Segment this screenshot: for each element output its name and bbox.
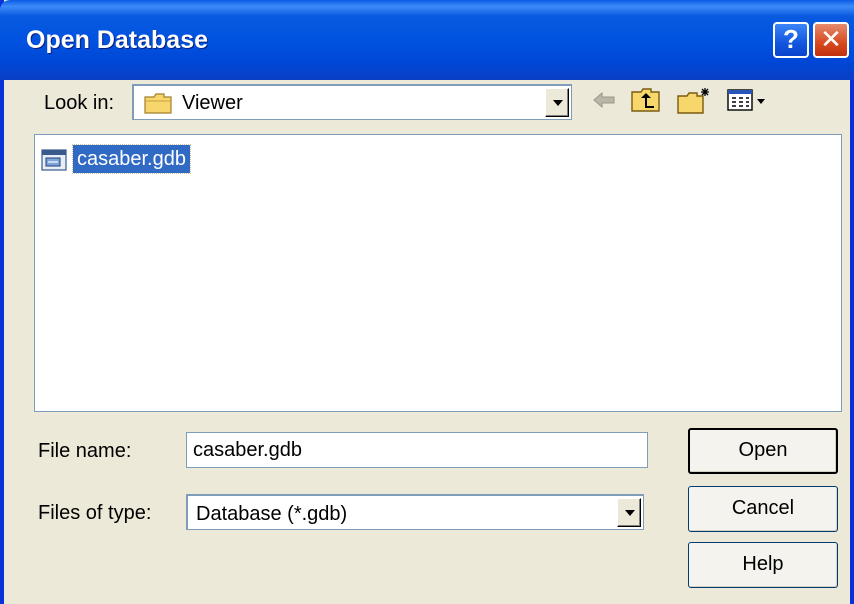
chevron-down-icon[interactable] bbox=[617, 498, 641, 527]
file-name-input[interactable]: casaber.gdb bbox=[186, 432, 648, 468]
cancel-button[interactable]: Cancel bbox=[688, 486, 838, 532]
files-of-type-value: Database (*.gdb) bbox=[196, 503, 348, 525]
file-list[interactable]: casaber.gdb bbox=[34, 134, 842, 412]
help-title-button[interactable]: ? bbox=[773, 22, 809, 58]
look-in-dropdown[interactable]: Viewer bbox=[132, 84, 572, 120]
open-button[interactable]: Open bbox=[688, 428, 838, 474]
title-bar[interactable]: Open Database ? ✕ bbox=[0, 0, 854, 80]
file-name-value: casaber.gdb bbox=[193, 439, 302, 461]
folder-icon bbox=[144, 93, 174, 120]
close-button[interactable]: ✕ bbox=[813, 22, 849, 58]
chevron-down-icon[interactable] bbox=[545, 88, 569, 117]
up-one-level-icon[interactable] bbox=[630, 86, 662, 119]
file-name-label: casaber.gdb bbox=[72, 144, 191, 174]
files-of-type-dropdown[interactable]: Database (*.gdb) bbox=[186, 494, 644, 530]
view-menu-icon[interactable] bbox=[726, 86, 770, 119]
files-of-type-label: Files of type: bbox=[38, 502, 152, 524]
database-file-icon bbox=[41, 149, 67, 176]
dialog-title: Open Database bbox=[26, 26, 209, 54]
look-in-label: Look in: bbox=[44, 92, 115, 114]
file-name-label: File name: bbox=[38, 440, 132, 462]
look-in-value: Viewer bbox=[182, 92, 243, 114]
create-new-folder-icon[interactable] bbox=[676, 86, 712, 121]
back-icon[interactable] bbox=[590, 86, 618, 119]
help-button[interactable]: Help bbox=[688, 542, 838, 588]
open-database-dialog: Open Database ? ✕ Look in: Viewer casabe… bbox=[0, 0, 854, 604]
